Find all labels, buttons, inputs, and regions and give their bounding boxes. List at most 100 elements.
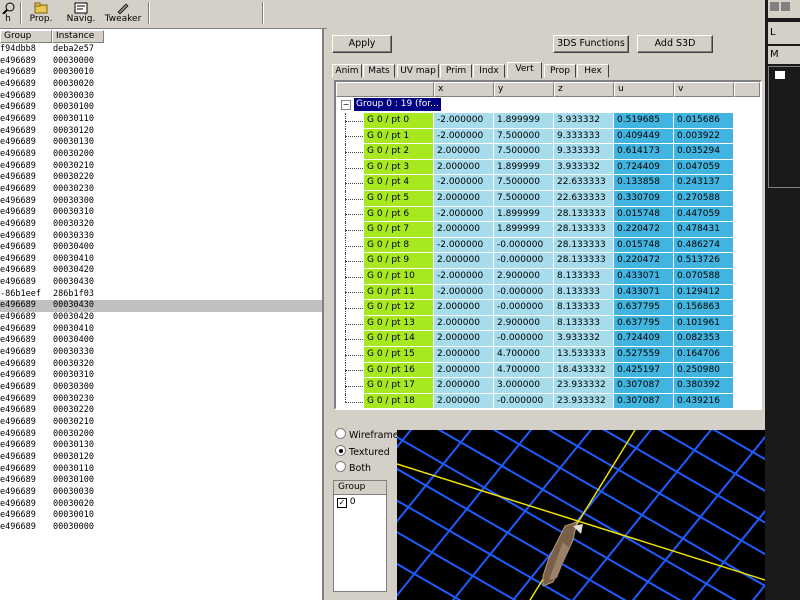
wireframe-radio[interactable]: Wireframe	[335, 428, 399, 442]
tab-prop[interactable]: Prop	[544, 64, 576, 78]
resource-list[interactable]: Group Instance f94dbb8 deba2e57 e496689 000…	[0, 29, 324, 600]
tab-uv-map[interactable]: UV map	[397, 64, 439, 78]
vertex-v[interactable]: 0.478431	[674, 222, 734, 238]
vertex-x[interactable]: 2.000000	[434, 393, 494, 408]
vertex-x[interactable]: 2.000000	[434, 191, 494, 207]
vertex-v[interactable]: 0.156863	[674, 300, 734, 316]
list-item[interactable]: e496689 00030030	[0, 91, 322, 103]
list-item[interactable]: e496689 00030030	[0, 487, 322, 499]
vertex-y[interactable]: -0.000000	[494, 393, 554, 408]
search-button[interactable]: h	[0, 0, 16, 27]
vertex-v[interactable]: 0.513726	[674, 253, 734, 269]
list-item[interactable]: e496689 00030200	[0, 429, 322, 441]
list-item[interactable]: e496689 00030230	[0, 184, 322, 196]
vertex-name[interactable]: G 0 / pt 12	[364, 300, 434, 316]
vertex-u[interactable]: 0.527559	[614, 347, 674, 363]
vertex-name[interactable]: G 0 / pt 8	[364, 237, 434, 254]
table-row[interactable]: G 0 / pt 4 -2.000000 7.500000 22.633333 0.13…	[336, 175, 760, 191]
grid-header-x[interactable]: x	[434, 82, 494, 97]
navig-button[interactable]: Navig.	[62, 0, 100, 27]
vertex-x[interactable]: 2.000000	[434, 378, 494, 394]
list-item[interactable]: e496689 00030000	[0, 522, 322, 534]
table-row[interactable]: G 0 / pt 14 2.000000 -0.000000 3.933332 0.72…	[336, 331, 760, 347]
list-item[interactable]: e496689 00030410	[0, 324, 322, 336]
table-row[interactable]: G 0 / pt 6 -2.000000 1.899999 28.133333 0.01…	[336, 206, 760, 223]
vertex-v[interactable]: 0.270588	[674, 191, 734, 207]
vertex-z[interactable]: 3.933332	[554, 331, 614, 347]
vertex-name[interactable]: G 0 / pt 4	[364, 175, 434, 191]
tab-hex[interactable]: Hex	[577, 64, 609, 78]
table-row[interactable]: G 0 / pt 12 2.000000 -0.000000 8.133333 0.63…	[336, 300, 760, 316]
group-list[interactable]: Group ✓ 0	[333, 480, 387, 592]
vertex-x[interactable]: 2.000000	[434, 331, 494, 347]
vertex-y[interactable]: 1.899999	[494, 159, 554, 176]
vertex-u[interactable]: 0.133858	[614, 175, 674, 191]
tab-vert[interactable]: Vert	[507, 62, 542, 79]
prop-button[interactable]: Prop.	[26, 0, 56, 27]
vertex-z[interactable]: 28.133333	[554, 237, 614, 254]
vertex-name[interactable]: G 0 / pt 5	[364, 191, 434, 207]
list-item[interactable]: e496689 00030200	[0, 149, 322, 161]
vertex-y[interactable]: 7.500000	[494, 128, 554, 145]
vertex-name[interactable]: G 0 / pt 16	[364, 362, 434, 379]
list-item[interactable]: e496689 00030210	[0, 417, 322, 429]
vertex-y[interactable]: 1.899999	[494, 113, 554, 129]
vertex-u[interactable]: 0.724409	[614, 159, 674, 176]
list-item[interactable]: e496689 00030130	[0, 440, 322, 452]
vertex-z[interactable]: 3.933332	[554, 159, 614, 176]
3ds-functions-button[interactable]: 3DS Functions	[553, 35, 629, 53]
list-item[interactable]: e496689 00030400	[0, 242, 322, 254]
list-item[interactable]: e496689 00030320	[0, 219, 322, 231]
list-item[interactable]: e496689 00030100	[0, 475, 322, 487]
vertex-u[interactable]: 0.637795	[614, 315, 674, 332]
table-row[interactable]: G 0 / pt 16 2.000000 4.700000 18.433332 0.42…	[336, 362, 760, 379]
apply-button[interactable]: Apply	[332, 35, 392, 53]
vertex-v[interactable]: 0.082353	[674, 331, 734, 347]
vertex-y[interactable]: -0.000000	[494, 237, 554, 254]
group-row[interactable]: − Group 0 : 19 (for...	[336, 97, 760, 113]
list-item[interactable]: e496689 00030310	[0, 370, 322, 382]
list-item[interactable]: -86b1eef 286b1f03	[0, 289, 322, 301]
3d-viewport[interactable]	[397, 430, 765, 600]
vertex-x[interactable]: 2.000000	[434, 315, 494, 332]
checkbox-checked[interactable]: ✓	[337, 498, 347, 508]
vertex-y[interactable]: 7.500000	[494, 175, 554, 191]
vertex-y[interactable]: 7.500000	[494, 191, 554, 207]
vertex-z[interactable]: 8.133333	[554, 284, 614, 301]
vertex-name[interactable]: G 0 / pt 0	[364, 113, 434, 129]
tab-indx[interactable]: Indx	[473, 64, 505, 78]
vertex-u[interactable]: 0.015748	[614, 206, 674, 223]
vertex-name[interactable]: G 0 / pt 7	[364, 222, 434, 238]
table-row[interactable]: G 0 / pt 9 2.000000 -0.000000 28.133333 0.22…	[336, 253, 760, 269]
vertex-v[interactable]: 0.101961	[674, 315, 734, 332]
vertex-name[interactable]: G 0 / pt 9	[364, 253, 434, 269]
vertex-y[interactable]: 1.899999	[494, 206, 554, 223]
vertex-v[interactable]: 0.486274	[674, 237, 734, 254]
list-item[interactable]: e496689 00030120	[0, 452, 322, 464]
vertex-u[interactable]: 0.637795	[614, 300, 674, 316]
table-row[interactable]: G 0 / pt 8 -2.000000 -0.000000 28.133333 0.0…	[336, 237, 760, 254]
vertex-z[interactable]: 22.633333	[554, 175, 614, 191]
vertex-y[interactable]: -0.000000	[494, 331, 554, 347]
vertex-v[interactable]: 0.250980	[674, 362, 734, 379]
vertex-y[interactable]: 7.500000	[494, 144, 554, 160]
vertex-name[interactable]: G 0 / pt 17	[364, 378, 434, 394]
tab-prim[interactable]: Prim	[440, 64, 472, 78]
vertex-name[interactable]: G 0 / pt 1	[364, 128, 434, 145]
vertex-y[interactable]: -0.000000	[494, 300, 554, 316]
vertex-x[interactable]: 2.000000	[434, 347, 494, 363]
vertex-z[interactable]: 8.133333	[554, 269, 614, 285]
vertex-v[interactable]: 0.129412	[674, 284, 734, 301]
both-radio[interactable]: Both	[335, 461, 371, 475]
vertex-z[interactable]: 22.633333	[554, 191, 614, 207]
vertex-v[interactable]: 0.447059	[674, 206, 734, 223]
vertex-x[interactable]: 2.000000	[434, 253, 494, 269]
vertex-v[interactable]: 0.035294	[674, 144, 734, 160]
list-item[interactable]: e496689 00030210	[0, 161, 322, 173]
table-row[interactable]: G 0 / pt 5 2.000000 7.500000 22.633333 0.330…	[336, 191, 760, 207]
vertex-y[interactable]: 4.700000	[494, 347, 554, 363]
vertex-name[interactable]: G 0 / pt 14	[364, 331, 434, 347]
vertex-u[interactable]: 0.220472	[614, 222, 674, 238]
grid-header-y[interactable]: y	[494, 82, 554, 97]
tab-mats[interactable]: Mats	[363, 64, 395, 78]
